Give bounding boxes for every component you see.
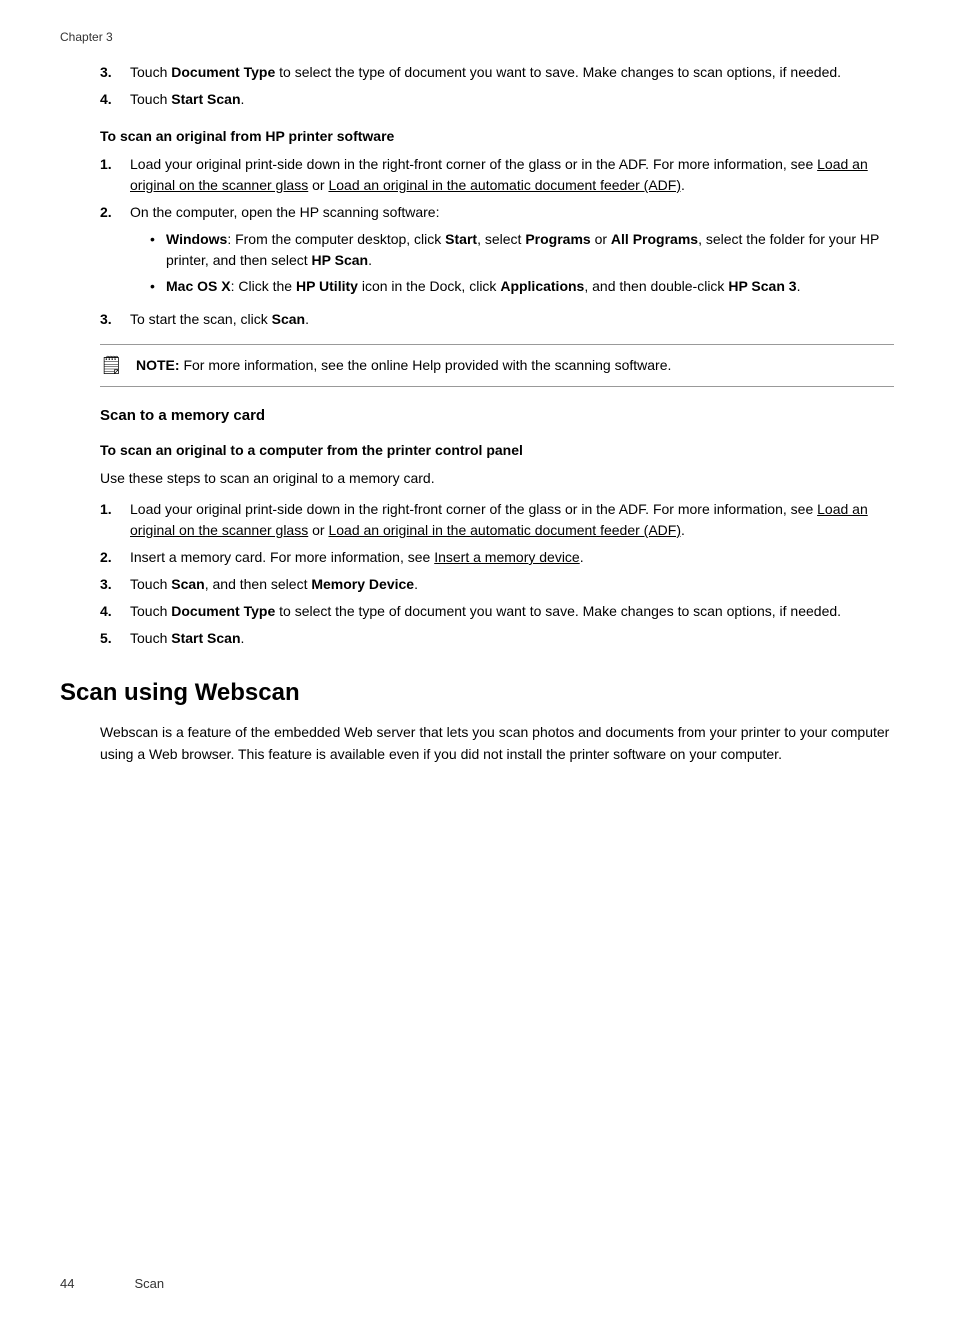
page: Chapter 3 3. Touch Document Type to sele… <box>0 0 954 1321</box>
os-bullets: • Windows: From the computer desktop, cl… <box>150 229 894 297</box>
step3-bold: Document Type <box>171 64 275 80</box>
insert-memory-link[interactable]: Insert a memory device <box>434 549 580 565</box>
step4-bold: Start Scan <box>171 91 240 107</box>
mc-step2-content: Insert a memory card. For more informati… <box>130 547 894 568</box>
use-steps-text: Use these steps to scan an original to a… <box>100 468 894 489</box>
mc-step3-num: 3. <box>100 574 130 595</box>
chapter-header: Chapter 3 <box>60 30 894 44</box>
bullet-dot-1: • <box>150 229 166 271</box>
mc-step2: 2. Insert a memory card. For more inform… <box>100 547 894 568</box>
hs-step3-num: 3. <box>100 309 130 330</box>
mc-step1-content: Load your original print-side down in th… <box>130 499 894 541</box>
windows-bullet: • Windows: From the computer desktop, cl… <box>150 229 894 271</box>
bullet-dot-2: • <box>150 276 166 297</box>
hp-software-section-heading: To scan an original from HP printer soft… <box>100 128 894 144</box>
note-icon: 🗒 <box>100 355 128 376</box>
hs-step3-content: To start the scan, click Scan. <box>130 309 894 330</box>
note-label: NOTE: <box>136 357 180 373</box>
mc-step5-content: Touch Start Scan. <box>130 628 894 649</box>
hs-step1-content: Load your original print-side down in th… <box>130 154 894 196</box>
hs-step2: 2. On the computer, open the HP scanning… <box>100 202 894 303</box>
mc-step1-num: 1. <box>100 499 130 541</box>
mc-step2-num: 2. <box>100 547 130 568</box>
step3-content: Touch Document Type to select the type o… <box>130 62 894 83</box>
scan-memory-heading: Scan to a memory card <box>100 407 894 424</box>
main-content: 3. Touch Document Type to select the typ… <box>100 62 894 649</box>
step4-content: Touch Start Scan. <box>130 89 894 110</box>
load-adf-link2[interactable]: Load an original in the automatic docume… <box>328 522 681 538</box>
mc-step3: 3. Touch Scan, and then select Memory De… <box>100 574 894 595</box>
mc-step5-num: 5. <box>100 628 130 649</box>
macos-text: Mac OS X: Click the HP Utility icon in t… <box>166 276 800 297</box>
hs-step2-num: 2. <box>100 202 130 303</box>
mc-step5: 5. Touch Start Scan. <box>100 628 894 649</box>
step3-rest: to select the type of document you want … <box>275 64 841 80</box>
webscan-heading: Scan using Webscan <box>60 679 894 707</box>
note-box: 🗒 NOTE: For more information, see the on… <box>100 344 894 387</box>
memory-card-steps: 1. Load your original print-side down in… <box>100 499 894 649</box>
mc-step3-content: Touch Scan, and then select Memory Devic… <box>130 574 894 595</box>
webscan-intro: Webscan is a feature of the embedded Web… <box>100 721 894 766</box>
page-footer: 44 Scan <box>60 1276 164 1291</box>
hp-software-steps: 1. Load your original print-side down in… <box>100 154 894 330</box>
step3-number: 3. <box>100 62 130 83</box>
mc-step4-num: 4. <box>100 601 130 622</box>
continued-steps: 3. Touch Document Type to select the typ… <box>100 62 894 110</box>
load-adf-link1[interactable]: Load an original in the automatic docume… <box>328 177 681 193</box>
mc-step4-content: Touch Document Type to select the type o… <box>130 601 894 622</box>
windows-text: Windows: From the computer desktop, clic… <box>166 229 894 271</box>
scan-control-heading: To scan an original to a computer from t… <box>100 442 894 458</box>
mc-step1: 1. Load your original print-side down in… <box>100 499 894 541</box>
note-text: NOTE: For more information, see the onli… <box>136 355 671 376</box>
hs-step2-content: On the computer, open the HP scanning so… <box>130 202 894 303</box>
step-4-item: 4. Touch Start Scan. <box>100 89 894 110</box>
macos-bullet: • Mac OS X: Click the HP Utility icon in… <box>150 276 894 297</box>
mc-step4: 4. Touch Document Type to select the typ… <box>100 601 894 622</box>
footer-page-number: 44 <box>60 1276 74 1291</box>
step-3-item: 3. Touch Document Type to select the typ… <box>100 62 894 83</box>
footer-section-label: Scan <box>134 1276 164 1291</box>
hs-step3: 3. To start the scan, click Scan. <box>100 309 894 330</box>
hs-step1: 1. Load your original print-side down in… <box>100 154 894 196</box>
step4-number: 4. <box>100 89 130 110</box>
hs-step1-num: 1. <box>100 154 130 196</box>
